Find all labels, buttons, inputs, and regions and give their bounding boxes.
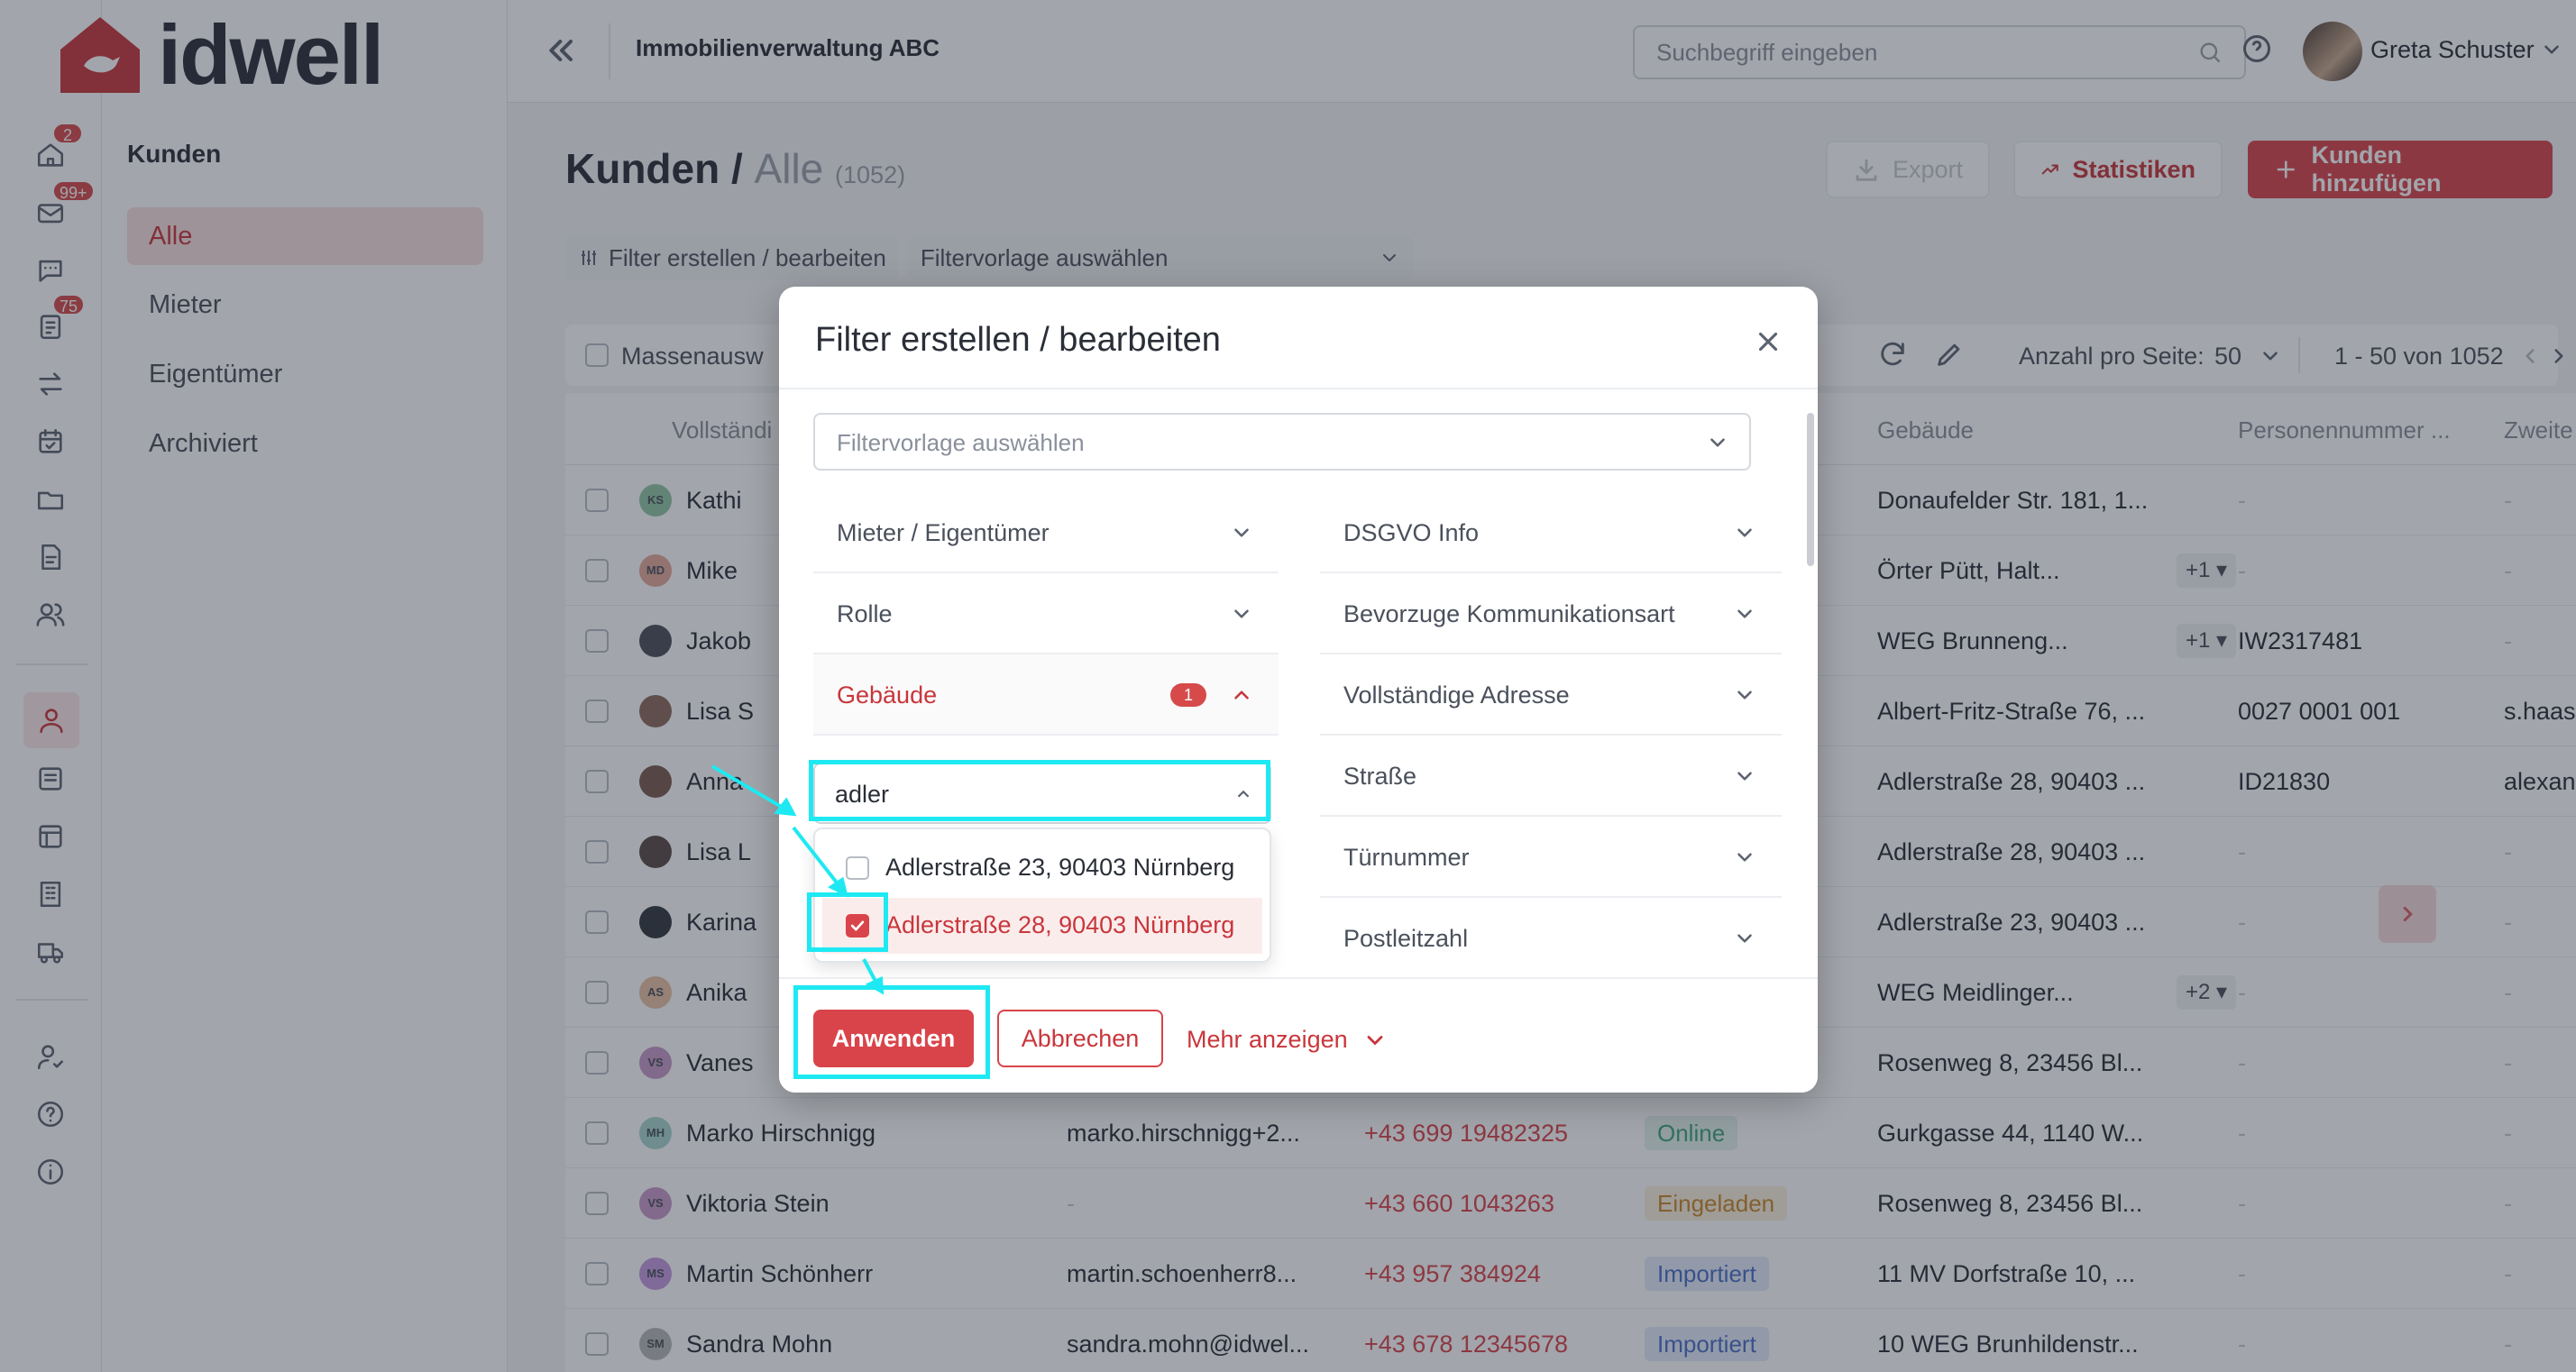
annotation-arrows (710, 764, 885, 995)
